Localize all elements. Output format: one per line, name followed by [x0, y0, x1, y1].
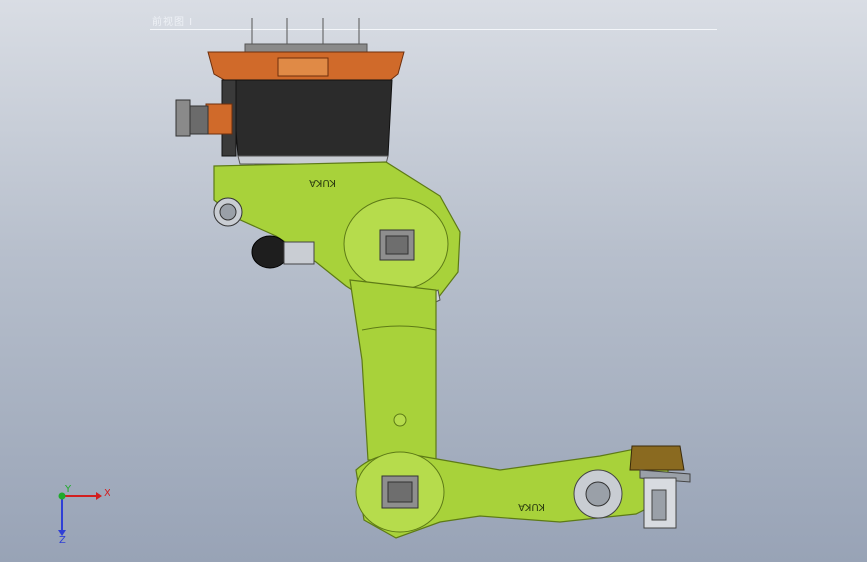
x-axis-label: X: [104, 488, 110, 499]
brand-text-lower: KUKA: [518, 501, 545, 512]
robot-base: [175, 51, 405, 165]
robot-arm-model[interactable]: KUKA KUKA: [0, 0, 867, 562]
arm-link-2: [349, 279, 437, 461]
mounting-plate: [244, 43, 368, 53]
x-axis-arrow-icon: [96, 492, 102, 500]
brand-text-upper: KUKA: [309, 177, 336, 188]
arm-link-1: KUKA: [213, 161, 461, 311]
y-axis-label: Y: [64, 484, 72, 495]
graphics-viewport[interactable]: 前视图 I KUKA KUKA X Y Z: [0, 0, 867, 562]
mounting-bolts: [251, 18, 360, 45]
orientation-triad[interactable]: X Y Z: [50, 484, 110, 544]
arm-link-3: KUKA: [355, 447, 669, 539]
z-axis-label: Z: [59, 535, 66, 544]
